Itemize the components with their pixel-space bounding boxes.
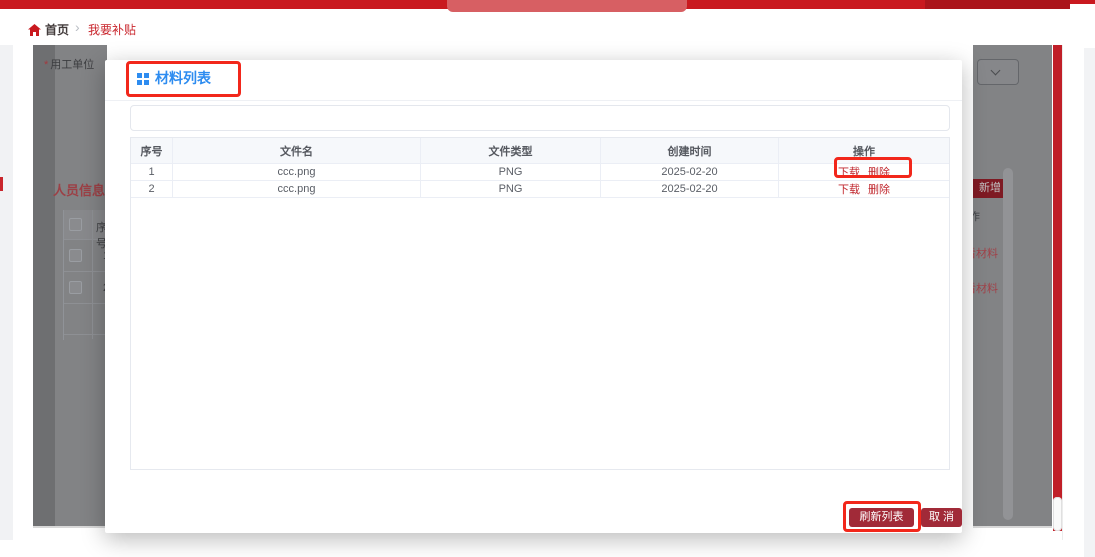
- cell-no: 1: [131, 164, 173, 181]
- col-header-created: 创建时间: [601, 138, 779, 164]
- col-header-filetype: 文件类型: [421, 138, 601, 164]
- cell-created: 2025-02-20: [601, 181, 779, 198]
- material-table: 序号 文件名 文件类型 创建时间 操作 1 ccc.png PNG 2025-0…: [130, 137, 950, 470]
- red-scrollbar-track[interactable]: [1053, 45, 1062, 531]
- employer-field-label: *用工单位: [44, 56, 94, 72]
- personnel-table-column-border: [92, 210, 93, 339]
- breadcrumb-separator-icon: ›: [75, 19, 80, 35]
- page-scrollbar-thumb[interactable]: [1003, 168, 1013, 520]
- refresh-list-button[interactable]: 刷新列表: [849, 508, 914, 527]
- employer-select[interactable]: [977, 59, 1019, 85]
- material-table-row: 2 ccc.png PNG 2025-02-20 下载 删除: [131, 181, 949, 198]
- dimmed-page-right: 新增 作 看材料 看材料: [973, 45, 1052, 528]
- row-checkbox[interactable]: [69, 249, 82, 262]
- cell-ops: 下载 删除: [779, 181, 949, 198]
- view-material-link[interactable]: 看材料: [973, 245, 998, 261]
- left-red-marker: [0, 177, 3, 191]
- cell-no: 2: [131, 181, 173, 198]
- cell-filename: ccc.png: [173, 181, 421, 198]
- personnel-table-left-border: [63, 210, 64, 340]
- personnel-table-row: [63, 304, 107, 335]
- download-link[interactable]: 下载: [838, 181, 860, 197]
- cell-filetype: PNG: [421, 181, 601, 198]
- chevron-down-icon: [991, 66, 1001, 76]
- left-gutter: [0, 45, 13, 540]
- cell-filename: ccc.png: [173, 164, 421, 181]
- cell-ops: 下载 删除: [779, 164, 949, 181]
- personnel-section-title: 人员信息列: [53, 180, 107, 199]
- right-gutter: [1084, 48, 1095, 557]
- col-header-no: 序号: [131, 138, 173, 164]
- ops-column-header: 作: [973, 208, 980, 224]
- material-table-row: 1 ccc.png PNG 2025-02-20 下载 删除: [131, 164, 949, 181]
- collapsed-sidebar: [33, 45, 55, 528]
- top-red-bar-tab: [447, 0, 687, 12]
- select-all-checkbox[interactable]: [69, 218, 82, 231]
- cell-created: 2025-02-20: [601, 164, 779, 181]
- cell-filetype: PNG: [421, 164, 601, 181]
- material-list-dialog: 材料列表 序号 文件名 文件类型 创建时间 操作 1 ccc.png PNG 2…: [105, 60, 962, 533]
- top-red-bar-dark-segment: [925, 0, 1070, 9]
- dialog-toolbar: [130, 105, 950, 131]
- required-asterisk: *: [44, 59, 48, 71]
- col-header-filename: 文件名: [173, 138, 421, 164]
- dimmed-page-left: *用工单位 人员信息列 序号 1 2: [33, 45, 107, 528]
- row-checkbox[interactable]: [69, 281, 82, 294]
- breadcrumb-current: 我要补贴: [88, 21, 136, 38]
- grid-icon: [137, 73, 149, 85]
- delete-link[interactable]: 删除: [868, 181, 890, 197]
- material-table-header: 序号 文件名 文件类型 创建时间 操作: [131, 138, 949, 164]
- breadcrumb-home[interactable]: 首页: [45, 21, 69, 38]
- red-scrollbar-thumb[interactable]: [1053, 497, 1062, 531]
- view-material-link[interactable]: 看材料: [973, 280, 998, 296]
- screen: 首页 › 我要补贴 *用工单位 人员信息列 序号 1 2 新增 作 看材料 看材…: [0, 0, 1095, 557]
- delete-link[interactable]: 删除: [868, 164, 890, 180]
- col-header-ops: 操作: [779, 138, 949, 164]
- dialog-header-divider: [105, 100, 962, 101]
- cancel-button[interactable]: 取 消: [921, 508, 962, 527]
- download-link[interactable]: 下载: [838, 164, 860, 180]
- home-icon[interactable]: [28, 23, 41, 35]
- dialog-title: 材料列表: [155, 68, 211, 88]
- right-panel-divider: [1062, 45, 1063, 540]
